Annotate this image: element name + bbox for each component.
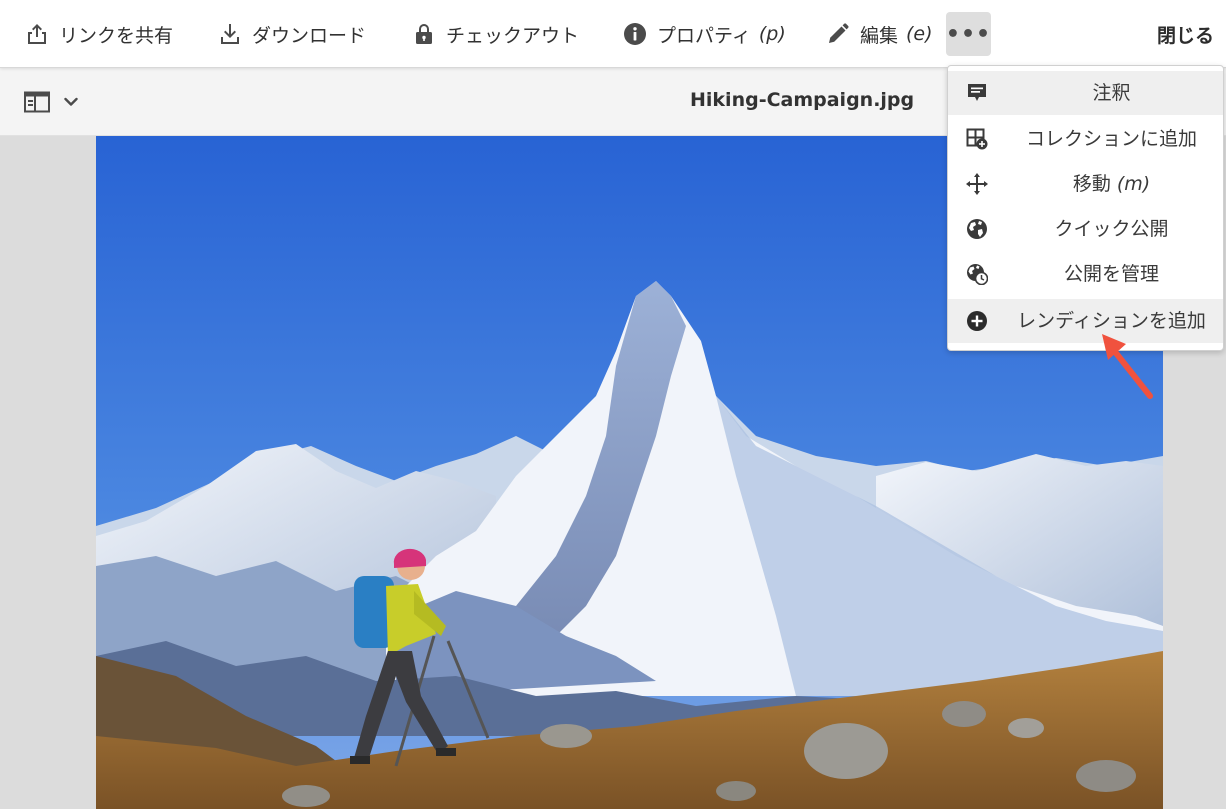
- edit-shortcut: (e): [906, 23, 933, 45]
- collection-add-icon: [965, 127, 989, 151]
- menu-item-quick-publish[interactable]: クイック公開: [948, 207, 1223, 251]
- menu-item-manage-publication[interactable]: 公開を管理: [948, 252, 1223, 296]
- edit-button[interactable]: 編集 (e): [825, 12, 933, 56]
- properties-button[interactable]: プロパティ (p): [622, 12, 786, 56]
- edit-label: 編集: [860, 24, 899, 47]
- callout-arrow-icon: [1102, 334, 1153, 399]
- menu-item-move[interactable]: 移動 (m): [948, 162, 1223, 206]
- download-label: ダウンロード: [252, 24, 367, 47]
- more-actions-button[interactable]: •••: [946, 12, 991, 56]
- menu-item-label: 公開を管理: [1063, 263, 1159, 285]
- share-link-label: リンクを共有: [59, 24, 174, 47]
- menu-item-add-to-collection[interactable]: コレクションに追加: [948, 117, 1223, 161]
- menu-item-label: 移動: [1072, 173, 1111, 195]
- menu-item-annotate[interactable]: 注釈: [948, 71, 1223, 115]
- move-shortcut: (m): [1116, 173, 1151, 195]
- globe-clock-icon: [965, 262, 989, 286]
- rail-toggle-button[interactable]: [24, 89, 78, 115]
- share-icon: [24, 21, 50, 47]
- close-button[interactable]: 閉じる: [1157, 12, 1214, 56]
- download-icon: [217, 21, 243, 47]
- action-bar: リンクを共有 ダウンロード チェックアウト プロパティ (p) 編集 (e) •…: [0, 0, 1226, 68]
- more-icon: •••: [945, 21, 992, 47]
- checkout-button[interactable]: チェックアウト: [411, 12, 579, 56]
- menu-item-label: レンディションを追加: [1017, 310, 1206, 332]
- share-link-button[interactable]: リンクを共有: [24, 12, 173, 56]
- more-actions-menu: 注釈 コレクションに追加 移動 (m) クイック公開 公開を管理 レンディション…: [947, 65, 1224, 351]
- globe-icon: [965, 217, 989, 241]
- asset-detail-view: リンクを共有 ダウンロード チェックアウト プロパティ (p) 編集 (e) •…: [0, 0, 1226, 809]
- menu-item-label: 注釈: [1092, 82, 1131, 104]
- annotate-icon: [965, 81, 989, 105]
- rail-toggle-icon: [24, 91, 50, 113]
- chevron-down-icon: [64, 97, 78, 106]
- add-circle-icon: [965, 309, 989, 333]
- lock-icon: [411, 21, 437, 47]
- info-icon: [622, 21, 648, 47]
- menu-item-add-rendition[interactable]: レンディションを追加: [948, 299, 1223, 343]
- pencil-icon: [825, 21, 851, 47]
- move-icon: [965, 172, 989, 196]
- menu-item-label: クイック公開: [1054, 218, 1169, 240]
- menu-item-label: コレクションに追加: [1025, 128, 1197, 150]
- asset-title: Hiking-Campaign.jpg: [690, 89, 915, 111]
- checkout-label: チェックアウト: [446, 24, 580, 47]
- download-button[interactable]: ダウンロード: [217, 12, 366, 56]
- properties-label: プロパティ: [657, 24, 751, 47]
- properties-shortcut: (p): [758, 23, 786, 45]
